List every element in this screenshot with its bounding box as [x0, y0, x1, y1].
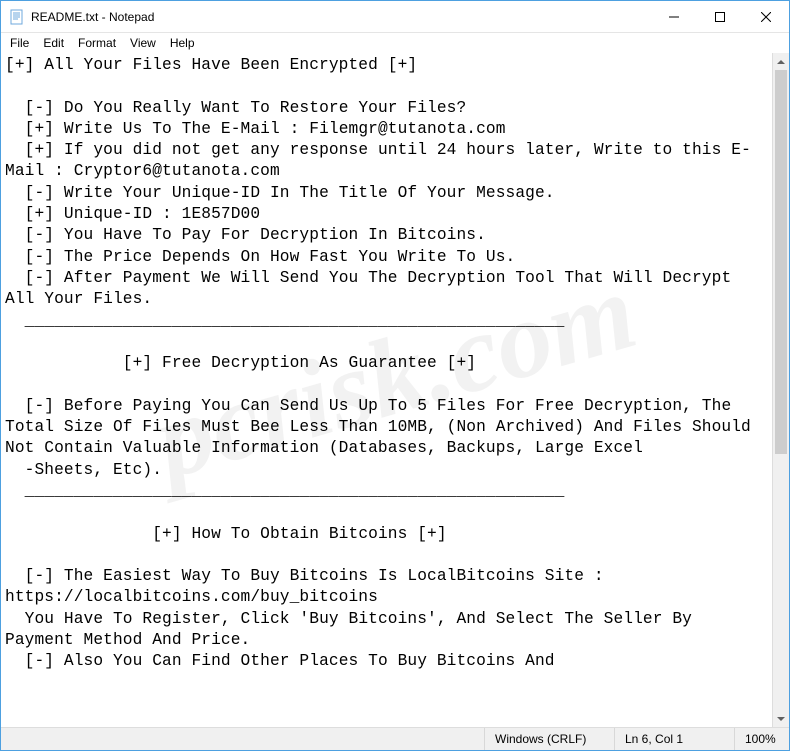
- vertical-scrollbar[interactable]: [772, 53, 789, 727]
- menu-help[interactable]: Help: [163, 35, 202, 51]
- scroll-down-arrow[interactable]: [773, 710, 789, 727]
- status-position: Ln 6, Col 1: [614, 728, 734, 750]
- menu-view[interactable]: View: [123, 35, 163, 51]
- titlebar[interactable]: README.txt - Notepad: [1, 1, 789, 33]
- content-area: [+] All Your Files Have Been Encrypted […: [1, 53, 789, 727]
- menubar: File Edit Format View Help: [1, 33, 789, 53]
- close-button[interactable]: [743, 1, 789, 32]
- menu-format[interactable]: Format: [71, 35, 123, 51]
- scroll-thumb[interactable]: [775, 70, 787, 454]
- window-title: README.txt - Notepad: [31, 10, 154, 24]
- minimize-button[interactable]: [651, 1, 697, 32]
- scroll-up-arrow[interactable]: [773, 53, 789, 70]
- scroll-track[interactable]: [773, 70, 789, 710]
- menu-file[interactable]: File: [3, 35, 36, 51]
- status-encoding: Windows (CRLF): [484, 728, 614, 750]
- notepad-window: README.txt - Notepad File Edit Format Vi…: [0, 0, 790, 751]
- menu-edit[interactable]: Edit: [36, 35, 71, 51]
- text-editor[interactable]: [+] All Your Files Have Been Encrypted […: [1, 53, 772, 727]
- notepad-icon: [9, 9, 25, 25]
- maximize-button[interactable]: [697, 1, 743, 32]
- statusbar: Windows (CRLF) Ln 6, Col 1 100%: [1, 727, 789, 750]
- status-zoom: 100%: [734, 728, 789, 750]
